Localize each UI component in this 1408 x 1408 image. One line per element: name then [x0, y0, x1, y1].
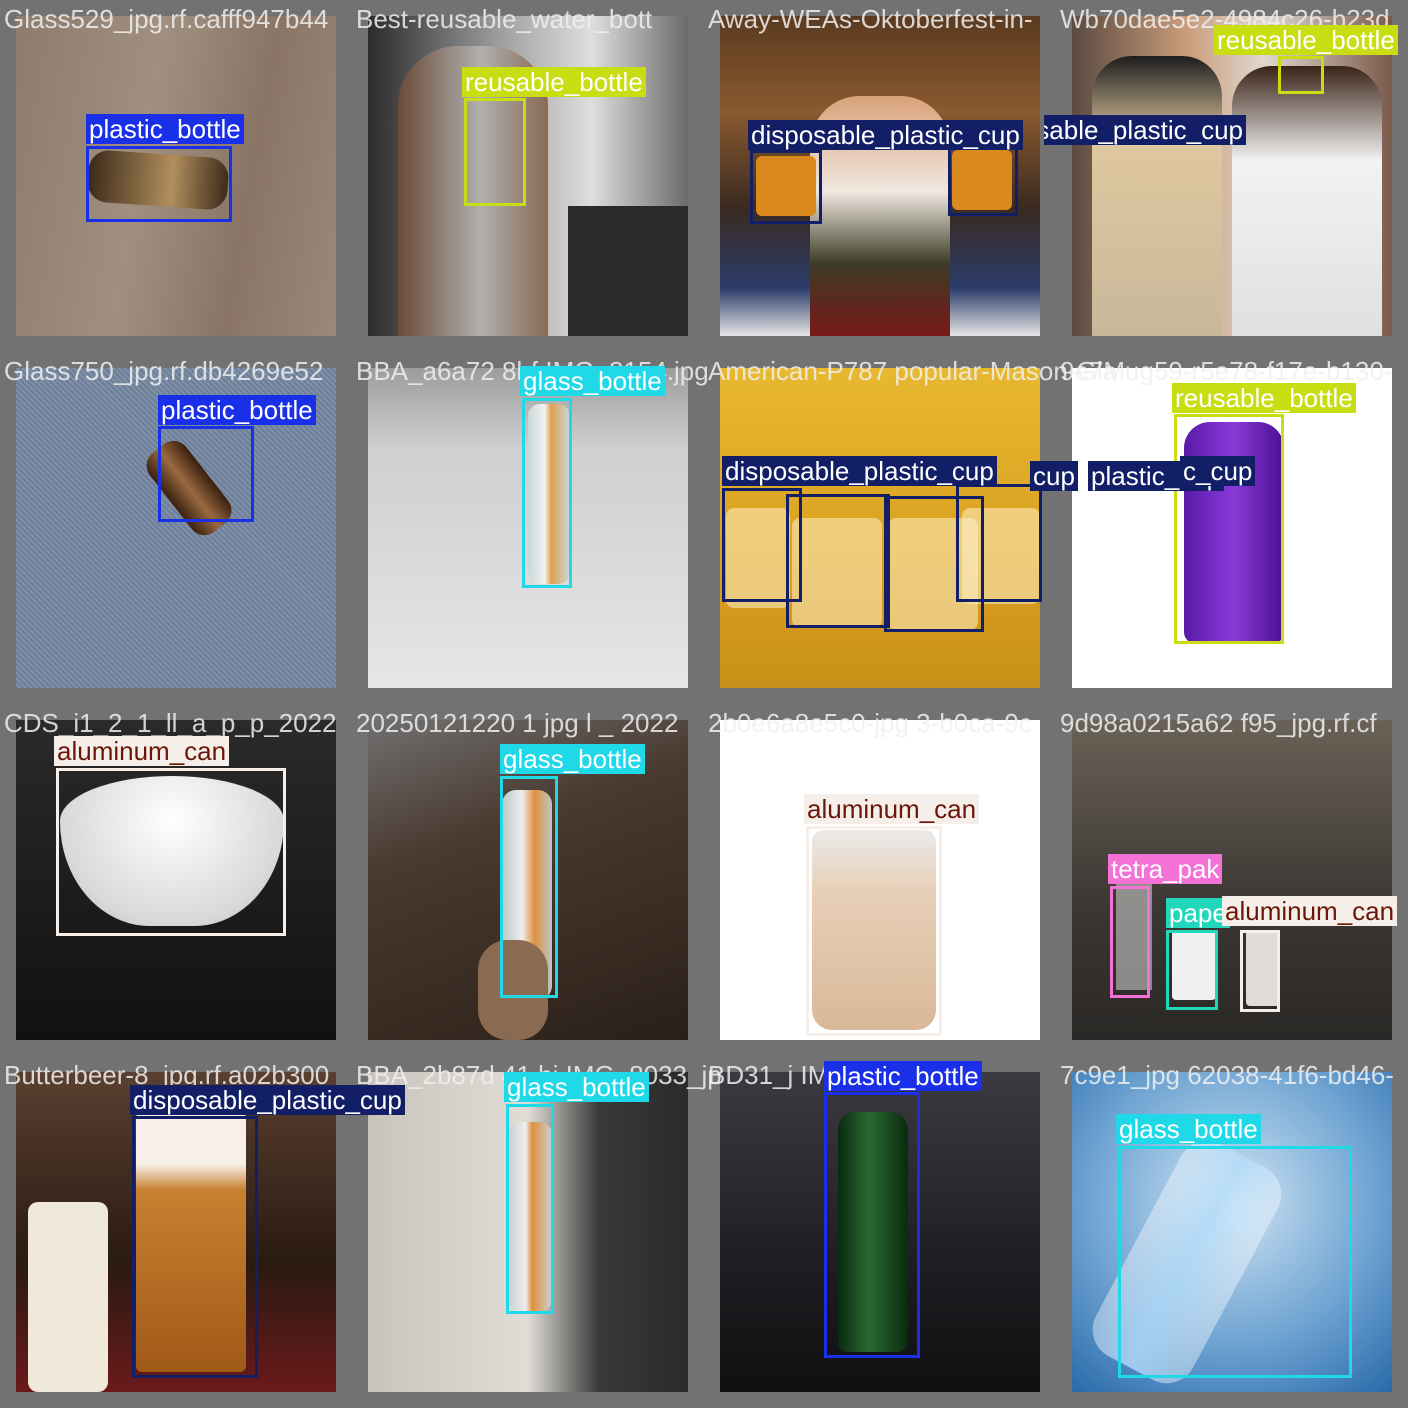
bounding-box-label: disposable_plastic_cup: [1044, 115, 1246, 145]
mosaic-tile: Glass750_jpg.rf.db4269e52 plastic_bottle: [0, 352, 352, 704]
bounding-box-label: glass_bottle: [1116, 1114, 1261, 1144]
mosaic-tile: Away-WEAs-Oktoberfest-in- disposable_pla…: [704, 0, 1246, 352]
bounding-box[interactable]: [522, 398, 572, 588]
bounding-box-label: aluminum_can: [54, 736, 230, 766]
bounding-box[interactable]: [1166, 930, 1218, 1010]
mosaic-grid: Glass529_jpg.rf.cafff947b44 plastic_bott…: [0, 0, 1408, 1408]
bounding-box-label: plastic_bottle: [824, 1061, 982, 1091]
bounding-box-label: reusable_bottle: [1172, 383, 1356, 413]
bounding-box[interactable]: [86, 146, 232, 222]
person-shape: [1092, 56, 1222, 336]
bounding-box-label: aluminum_can: [1222, 896, 1398, 926]
bounding-box-label: glass_bottle: [520, 366, 665, 396]
tile-photo: [368, 16, 688, 336]
mosaic-tile: Butterbeer-8_jpg.rf.a02b300 disposable_p…: [0, 1056, 405, 1408]
mosaic-tile: 7c9e1_jpg 62038-41f6-bd46- glass_bottle: [1056, 1056, 1408, 1408]
mosaic-tile: Glass529_jpg.rf.cafff947b44 plastic_bott…: [0, 0, 352, 352]
bounding-box[interactable]: [56, 768, 286, 936]
tile-photo: [1072, 16, 1392, 336]
bounding-box[interactable]: [158, 426, 254, 522]
bounding-box-label: plastic_bottle: [158, 395, 316, 425]
bounding-box[interactable]: [1240, 930, 1280, 1012]
bounding-box-label: glass_bottle: [500, 744, 645, 774]
bounding-box[interactable]: [1174, 414, 1284, 644]
mosaic-tile: 2b0e6a8e5c0-jpg 3-b0ca-9c aluminum_can: [704, 704, 1056, 1056]
bounding-box-label: cup: [1030, 461, 1078, 491]
treadmill-shape: [568, 206, 688, 336]
bounding-box[interactable]: [464, 98, 526, 206]
bounding-box-label: disposable_plastic_cup: [748, 120, 1023, 150]
bounding-box[interactable]: [1110, 886, 1150, 998]
bounding-box[interactable]: [956, 484, 1042, 602]
bounding-box[interactable]: [132, 1116, 258, 1378]
bounding-box[interactable]: [1118, 1146, 1352, 1378]
bounding-box-label: disposable_plastic_cup: [130, 1085, 405, 1115]
bounding-box-label: aluminum_can: [804, 794, 980, 824]
mosaic-tile: American-P787 popular-Mason-Gla disposab…: [704, 352, 1256, 704]
bounding-box-label: reusable_bottle: [462, 67, 646, 97]
bounding-box[interactable]: [824, 1092, 920, 1358]
bounding-box-label: plastic_bottle: [86, 114, 244, 144]
bounding-box[interactable]: [750, 150, 822, 224]
person-shape: [1232, 66, 1382, 336]
bounding-box-label: reusable_bottle: [1214, 25, 1398, 55]
bounding-box[interactable]: [1278, 56, 1324, 94]
mosaic-tile: Best-reusable_water_bott reusable_bottle: [352, 0, 704, 352]
mosaic-tile: 9d98a0215a62 f95_jpg.rf.cf tetra_pak pap…: [1056, 704, 1408, 1056]
mosaic-tile: Wb70dae5e2-4984c26-b23d reusable_bottle: [1056, 0, 1408, 352]
mosaic-tile: 9e7Mug59-r5e78-f17e-b130- reusable_bottl…: [1056, 352, 1408, 704]
candle-shape: [28, 1202, 108, 1392]
bounding-box[interactable]: [506, 1104, 554, 1314]
mosaic-tile: CDS_i1_2_1_ll_a_p_p_2022 aluminum_can: [0, 704, 352, 1056]
bounding-box[interactable]: [786, 494, 890, 628]
mosaic-tile: 20250121220 1 jpg l _ 2022 glass_bottle: [352, 704, 704, 1056]
mosaic-tile: BBA_a6a72 8bf IMG_8154.jpg glass_bottle: [352, 352, 709, 704]
bounding-box-label: pape: [1166, 898, 1230, 928]
bounding-box-label: tetra_pak: [1108, 854, 1223, 884]
bounding-box-label: disposable_plastic_cup: [722, 456, 997, 486]
bounding-box[interactable]: [500, 776, 558, 998]
bounding-box-label: glass_bottle: [504, 1072, 649, 1102]
mosaic-tile: BD31_j IMG_7999.jpg plastic_bottle: [704, 1056, 1056, 1408]
bounding-box-label: c_cup: [1180, 456, 1256, 486]
bounding-box[interactable]: [948, 146, 1018, 216]
bounding-box[interactable]: [806, 826, 942, 1036]
